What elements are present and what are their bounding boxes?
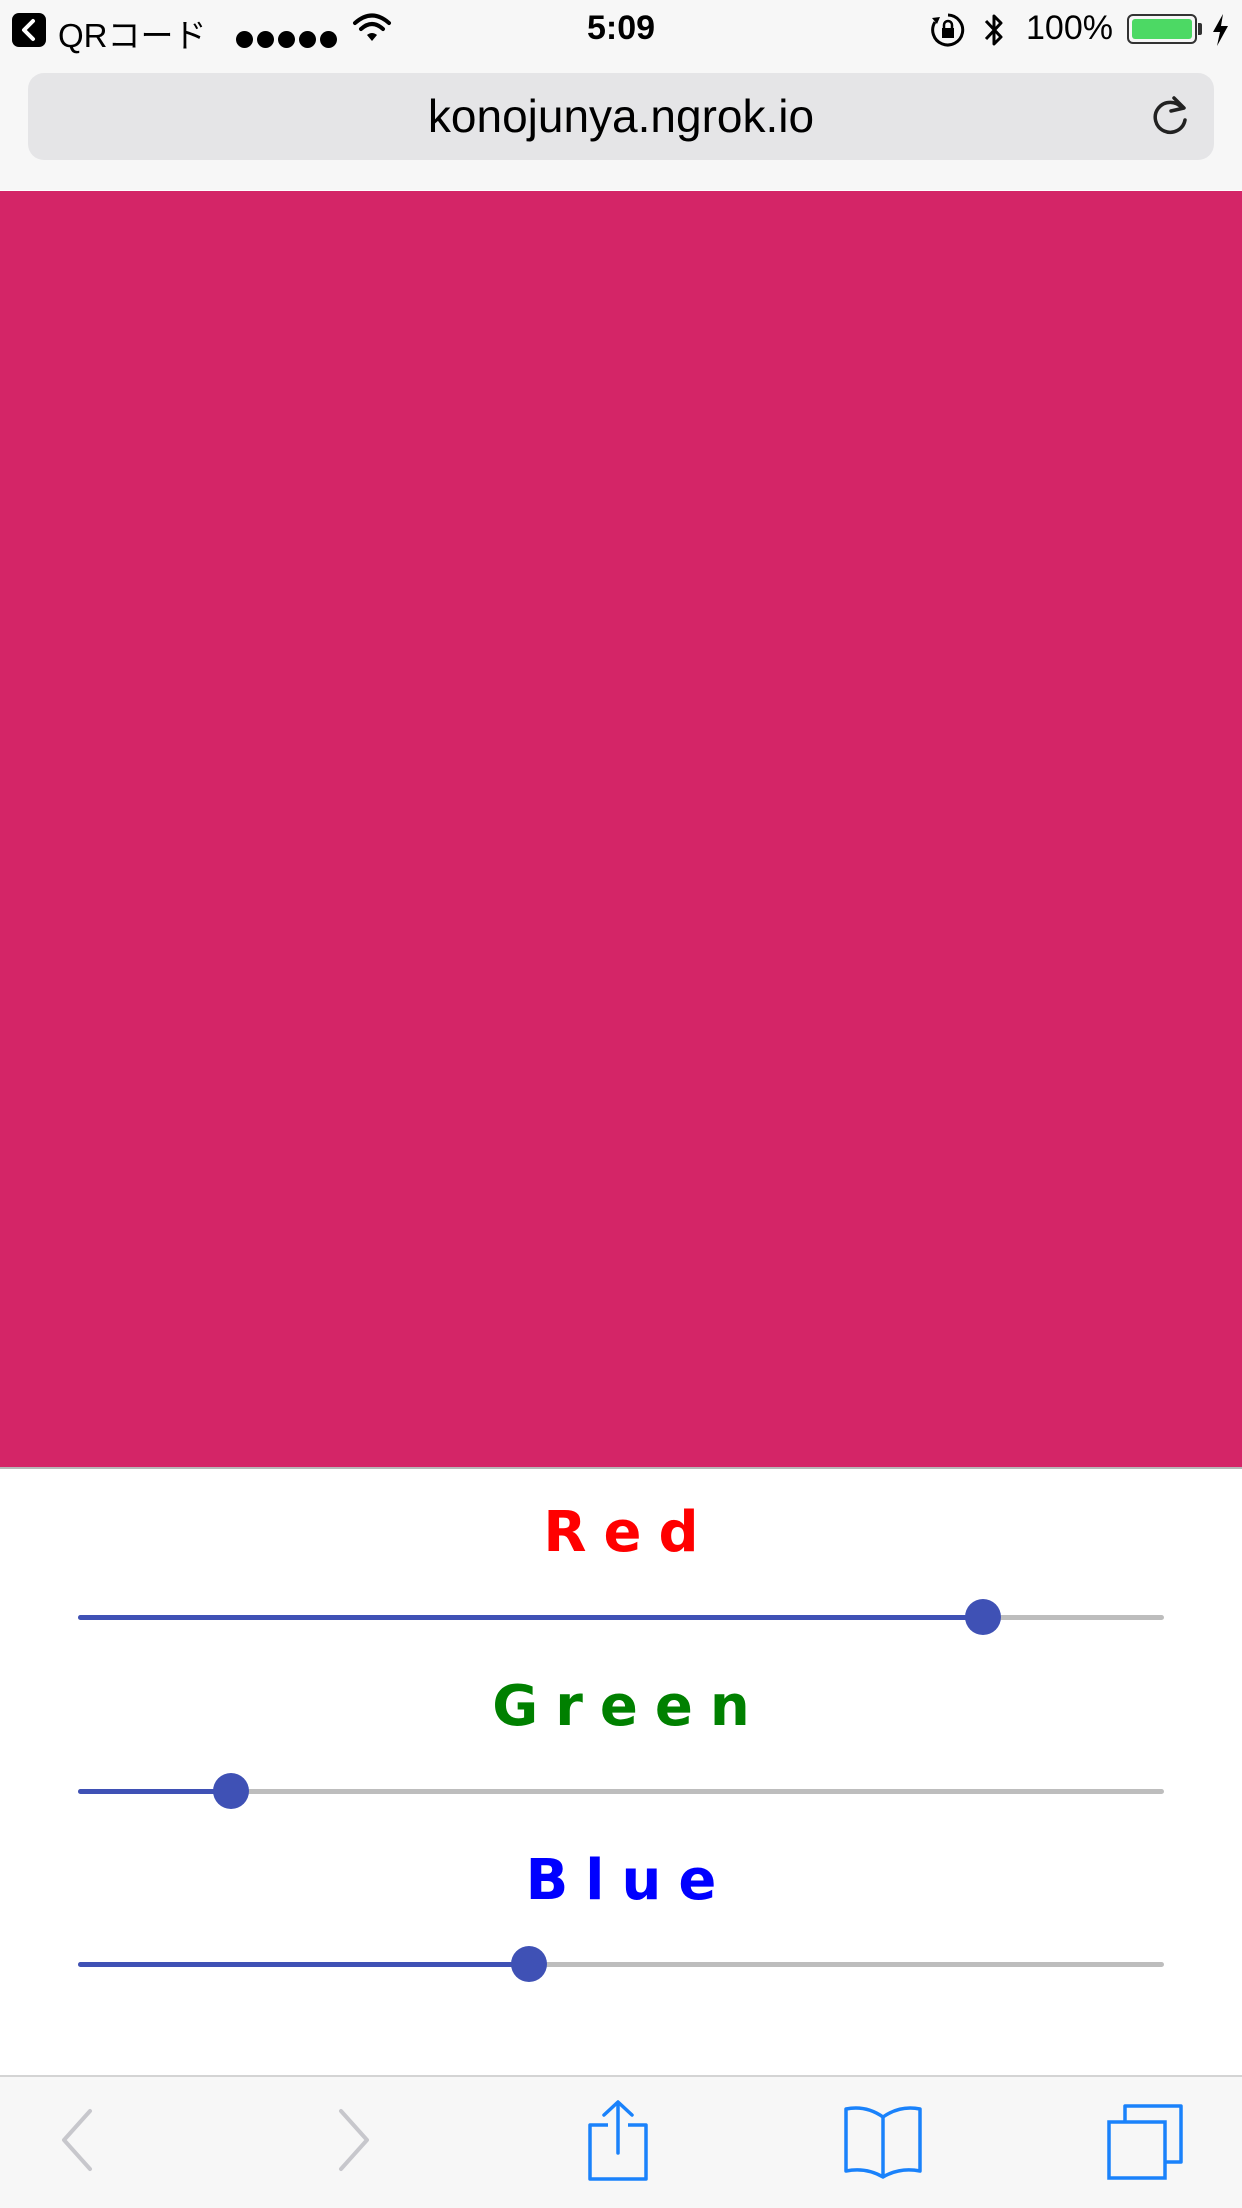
- bookmarks-icon[interactable]: [842, 2103, 924, 2184]
- red-slider[interactable]: [78, 1597, 1164, 1637]
- divider: [0, 1467, 1242, 1469]
- orientation-lock-icon: [930, 12, 966, 57]
- battery-nub: [1198, 23, 1202, 35]
- bluetooth-icon: [980, 10, 1008, 59]
- browser-address-bar: konojunya.ngrok.io: [0, 60, 1242, 190]
- red-label: Red: [543, 1500, 716, 1565]
- back-icon[interactable]: [58, 2105, 98, 2180]
- color-preview: [0, 191, 1242, 1467]
- browser-toolbar: [0, 2075, 1242, 2208]
- tabs-icon[interactable]: [1106, 2103, 1184, 2186]
- share-icon[interactable]: [586, 2099, 650, 2188]
- forward-icon[interactable]: [333, 2105, 373, 2180]
- charging-icon: [1210, 12, 1230, 57]
- battery-icon: [1127, 14, 1197, 44]
- reload-icon[interactable]: [1148, 94, 1192, 143]
- green-slider[interactable]: [78, 1771, 1164, 1811]
- green-label: Green: [492, 1674, 767, 1739]
- url-text: konojunya.ngrok.io: [427, 90, 815, 142]
- blue-label: Blue: [525, 1848, 734, 1913]
- status-bar: QRコード 5:09 100%: [0, 0, 1242, 60]
- slider-thumb[interactable]: [964, 1599, 1001, 1635]
- slider-fill: [78, 1962, 529, 1967]
- slider-thumb[interactable]: [213, 1773, 250, 1809]
- slider-thumb[interactable]: [510, 1946, 547, 1982]
- battery-percent: 100%: [1026, 9, 1113, 47]
- blue-slider[interactable]: [78, 1944, 1164, 1984]
- slider-fill: [78, 1789, 232, 1794]
- url-field[interactable]: konojunya.ngrok.io: [28, 73, 1214, 160]
- slider-fill: [78, 1615, 983, 1620]
